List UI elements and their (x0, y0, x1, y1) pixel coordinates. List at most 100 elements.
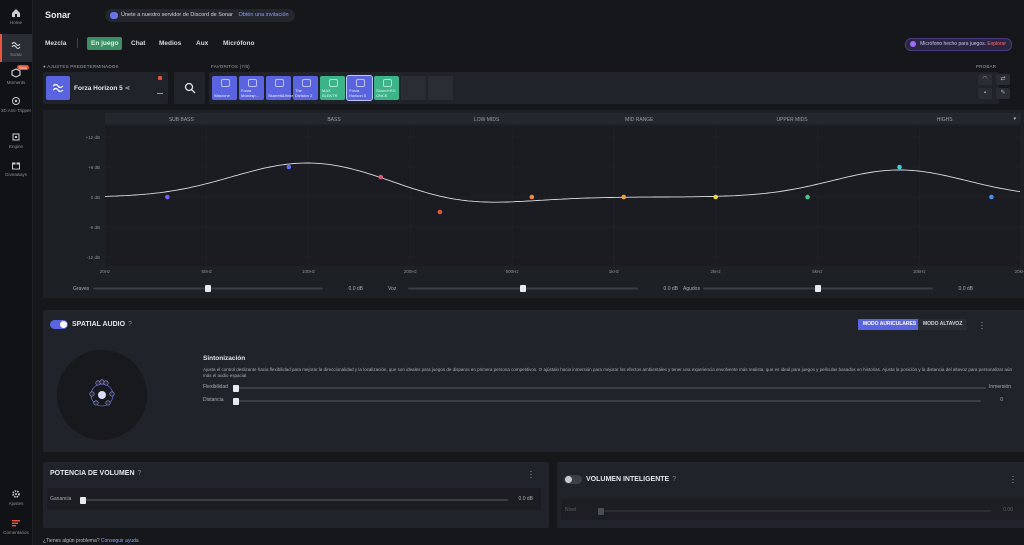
favorite-preset[interactable]: Forza Motorsp... (239, 76, 264, 100)
more-options-icon[interactable]: · · · (529, 468, 533, 482)
favorite-name: Forza Motorsp... (241, 88, 259, 98)
eq-band-header (105, 113, 1021, 124)
sidebar-item-label: Engine (8, 144, 23, 149)
eq-band-label: BASS (327, 117, 341, 123)
preset-status-dot (158, 76, 162, 80)
distance-slider[interactable] (233, 397, 981, 405)
favorite-name: The Division 2 (295, 88, 313, 98)
spatial-audio-title-text: SPATIAL AUDIO (72, 321, 126, 328)
favorite-name: Sound+ED ONCE (376, 88, 396, 98)
eq-slider-thumb (205, 285, 211, 292)
spatial-audio-title: SPATIAL AUDIO? (72, 321, 132, 328)
favorite-preset[interactable]: The Division 2 (293, 76, 318, 100)
favorite-slot-empty[interactable] (401, 76, 426, 100)
sonar-wave-icon (275, 79, 284, 87)
level-slider[interactable] (598, 507, 991, 515)
top-bar: Sonar Únete a nuestro servidor de Discor… (33, 0, 1024, 30)
level-value: 0.00 (1003, 507, 1013, 513)
gain-slider[interactable] (80, 496, 508, 504)
tab-aux[interactable]: Aux (192, 37, 212, 50)
sidebar-item-giveaways[interactable]: Giveaways (0, 160, 32, 180)
spatial-audio-toggle[interactable] (50, 320, 68, 329)
help-icon[interactable]: ? (138, 470, 142, 477)
mic-promo-banner[interactable]: Micrófono hecho para juegos. Explorar (905, 38, 1012, 51)
eq-db-tick: +12 dB (86, 135, 100, 140)
level-label: Nivel (565, 507, 577, 513)
eq-band-handle (713, 194, 718, 200)
speaker-layout-icon (89, 379, 115, 407)
favorite-slot-empty[interactable] (428, 76, 453, 100)
favorite-preset[interactable]: Skarrett&Ihmes (266, 76, 296, 100)
sintonizacion-description: Ajusta el control deslizante hacia flexi… (203, 367, 1012, 378)
favorite-preset[interactable]: Warzone (212, 76, 237, 100)
home-icon (12, 9, 20, 17)
shuffle-button[interactable]: ⇄ (996, 74, 1010, 85)
smart-volume-toggle[interactable] (564, 475, 582, 484)
favorite-preset[interactable]: MAX SLEKTR (320, 76, 345, 100)
favorite-preset-selected[interactable]: Forza Horizon 5 (346, 75, 373, 101)
eq-freq-tick: 2kHz (711, 269, 722, 274)
sidebar-item-moments[interactable]: New Moments (0, 65, 32, 88)
help-link[interactable]: Conseguir ayuda (101, 538, 139, 544)
discord-text: Únete a nuestro servidor de Discord de S… (121, 12, 233, 18)
sonar-wave-icon (52, 83, 64, 93)
presets-label: ● AJUSTES PREDETERMINADOS (43, 64, 119, 69)
eq-graph[interactable]: SUB BASS BASS LOW MIDS MID RANGE UPPER MIDS H… (43, 110, 1024, 298)
preset-minus-icon[interactable] (157, 93, 163, 94)
sidebar-item-3d[interactable]: 3D Anti-Tripper (0, 96, 32, 122)
help-icon[interactable]: ? (128, 321, 132, 328)
gain-slider-thumb[interactable] (80, 496, 86, 504)
preset-search-button[interactable] (174, 72, 205, 104)
spatial-visualizer[interactable] (57, 350, 147, 440)
level-slider-thumb[interactable] (598, 507, 604, 515)
smart-volume-panel: VOLUMEN INTELIGENTE? · · · Nivel 0.00 (557, 462, 1024, 528)
eq-band-label: HIGHS (937, 117, 954, 123)
tab-mezcla[interactable]: Mezcla (41, 37, 70, 50)
sidebar: Home Sonar New Moments 3D Anti-Tripper E… (0, 0, 33, 545)
edit-button[interactable]: ✎ (996, 88, 1010, 99)
eq-freq-tick: 1kHz (609, 269, 620, 274)
flexibility-slider[interactable] (233, 384, 986, 392)
sidebar-item-comentarios[interactable]: Comentarios (0, 518, 32, 540)
sidebar-item-sonar[interactable]: Sonar (0, 34, 32, 62)
sidebar-item-home[interactable]: Home (0, 8, 32, 28)
mode-speakers-button[interactable]: MODO ALTAVOZ (918, 319, 968, 330)
gain-label: Ganancia (50, 496, 72, 502)
discord-banner[interactable]: Únete a nuestro servidor de Discord de S… (105, 9, 295, 22)
distance-slider-thumb[interactable] (233, 397, 239, 405)
eq-band-handle (165, 194, 170, 200)
equalizer-panel: SUB BASS BASS LOW MIDS MID RANGE UPPER MIDS H… (43, 110, 1024, 298)
help-footer-text: ¿Tienes algún problema? (43, 538, 100, 544)
flexibility-slider-thumb[interactable] (233, 384, 239, 392)
more-options-icon[interactable]: · · · (980, 319, 984, 333)
headphones-test-button[interactable]: ◠ (978, 74, 992, 85)
distance-label: Distancia (203, 397, 224, 403)
mode-headphones-button[interactable]: MODO AURICULARES (858, 319, 922, 330)
eq-slider-label: Graves (73, 286, 90, 292)
favorite-preset[interactable]: Sound+ED ONCE (374, 76, 399, 100)
share-icon[interactable]: ⋖ (125, 85, 130, 92)
gain-value: 0.0 dB (518, 496, 533, 502)
headphones-icon: ◠ (982, 76, 988, 82)
delete-button[interactable]: ▪ (978, 88, 992, 99)
tab-microfono[interactable]: Micrófono (219, 37, 258, 50)
discord-invite-link[interactable]: Obtén una invitación (238, 12, 288, 18)
eq-band-label: UPPER MIDS (776, 117, 808, 123)
tab-chat[interactable]: Chat (127, 37, 149, 50)
eq-slider-value: 0.0 dB (349, 286, 364, 292)
hex-icon (12, 97, 20, 105)
eq-slider-thumb (815, 285, 821, 292)
sonar-wave-icon (221, 79, 230, 87)
mic-promo-link[interactable]: Explorar (987, 41, 1006, 47)
favorite-name: Skarrett&Ihmes (268, 92, 296, 98)
tab-en-juego[interactable]: En juego (87, 37, 123, 50)
eq-collapse-chevron-icon[interactable]: ▾ (1013, 116, 1016, 122)
sidebar-item-engine[interactable]: Engine (0, 132, 32, 152)
eq-freq-tick: 20kHz (1015, 269, 1024, 274)
help-icon[interactable]: ? (672, 476, 676, 483)
eq-db-tick: +6 dB (88, 165, 100, 170)
tab-medios[interactable]: Medios (155, 37, 185, 50)
sidebar-item-ajustes[interactable]: Ajustes (0, 489, 32, 509)
more-options-icon[interactable]: · · · (1011, 473, 1015, 487)
smart-volume-title-text: VOLUMEN INTELIGENTE (586, 476, 670, 483)
